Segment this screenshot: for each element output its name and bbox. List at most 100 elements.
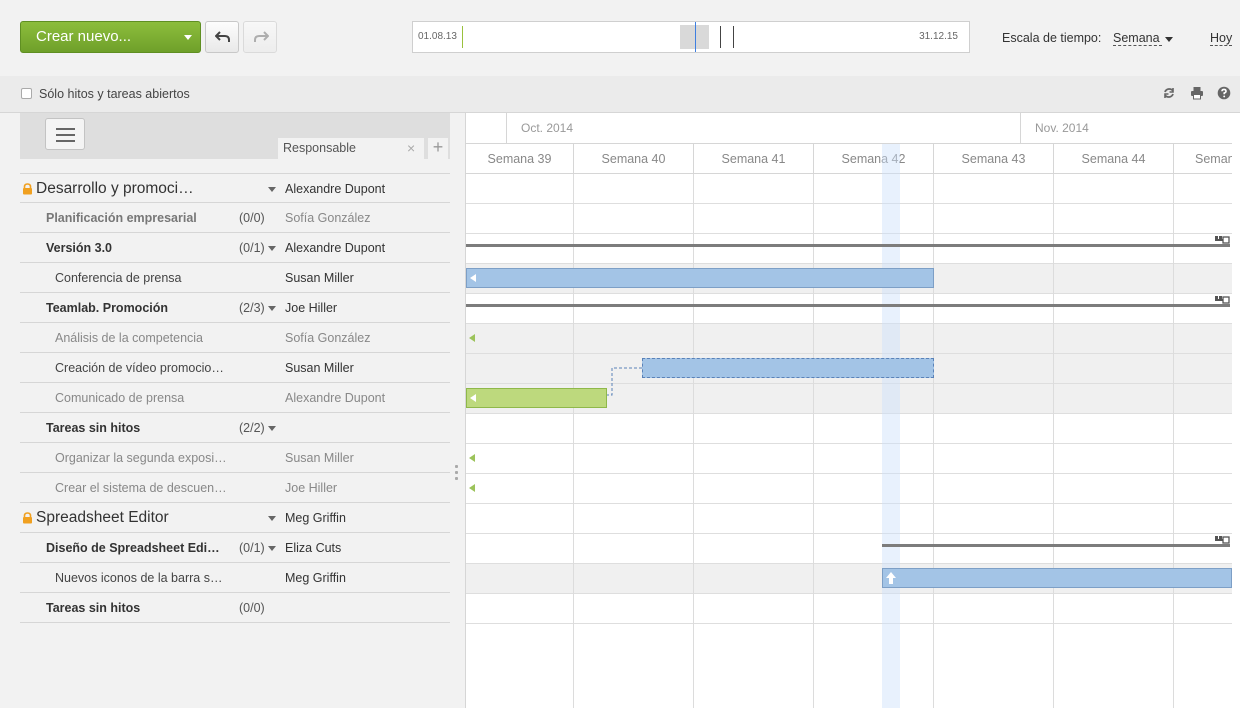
chevron-down-icon[interactable] — [268, 516, 276, 521]
timeline-start-marker — [462, 26, 463, 48]
open-only-checkbox[interactable] — [21, 88, 32, 99]
week-gridline — [933, 174, 934, 708]
chevron-down-icon[interactable] — [268, 246, 276, 251]
responsible-column-header[interactable]: Responsable — [278, 138, 424, 159]
week-cell: Semana 44 — [1053, 144, 1173, 174]
row-responsible[interactable]: Joe Hiller — [285, 481, 337, 495]
row-title[interactable]: Conferencia de prensa — [55, 271, 181, 285]
task-bar-press-release[interactable] — [466, 388, 607, 408]
milestone-end-icon — [1215, 296, 1230, 304]
row-responsible[interactable]: Sofía González — [285, 211, 370, 225]
refresh-icon[interactable] — [1162, 86, 1176, 100]
create-new-button[interactable]: Crear nuevo... — [20, 21, 201, 53]
close-icon[interactable]: × — [407, 141, 415, 155]
milestone-row[interactable]: Versión 3.0 (0/1) Alexandre Dupont — [20, 233, 450, 263]
row-responsible[interactable]: Sofía González — [285, 331, 370, 345]
milestone-row[interactable]: Planificación empresarial (0/0) Sofía Gonz… — [20, 203, 450, 233]
timeline-slider[interactable]: 01.08.13 31.12.15 — [412, 21, 970, 53]
row-title[interactable]: Comunicado de prensa — [55, 391, 184, 405]
row-title[interactable]: Tareas sin hitos — [46, 421, 140, 435]
row-title[interactable]: Creación de vídeo promocio… — [55, 361, 224, 375]
undo-button[interactable] — [205, 21, 239, 53]
row-responsible[interactable]: Meg Griffin — [285, 511, 346, 525]
row-responsible[interactable]: Eliza Cuts — [285, 541, 341, 555]
row-responsible[interactable]: Joe Hiller — [285, 301, 337, 315]
week-cell: Semana 41 — [693, 144, 813, 174]
row-title[interactable]: Organizar la segunda exposi… — [55, 451, 227, 465]
task-row[interactable]: Nuevos iconos de la barra s… Meg Griffin — [20, 563, 450, 593]
arrow-left-icon[interactable] — [469, 334, 475, 342]
row-title[interactable]: Spreadsheet Editor — [36, 509, 169, 527]
task-row[interactable]: Organizar la segunda exposi… Susan Miller — [20, 443, 450, 473]
time-scale-select[interactable]: Semana — [1113, 31, 1162, 46]
chevron-down-icon[interactable] — [268, 187, 276, 192]
milestone-row[interactable]: Tareas sin hitos (2/2) — [20, 413, 450, 443]
month-header: Oct. 2014 Nov. 2014 — [466, 113, 1232, 144]
task-bar-new-icons[interactable] — [882, 568, 1232, 588]
project-row[interactable]: Desarrollo y promoci… Alexandre Dupont — [20, 173, 450, 203]
gantt-row — [466, 174, 1232, 204]
month-cell: Oct. 2014 — [506, 113, 1020, 144]
chevron-down-icon[interactable] — [268, 306, 276, 311]
row-title[interactable]: Análisis de la competencia — [55, 331, 203, 345]
arrow-left-icon[interactable] — [469, 454, 475, 462]
row-title[interactable]: Nuevos iconos de la barra s… — [55, 571, 222, 585]
row-responsible[interactable]: Alexandre Dupont — [285, 241, 385, 255]
task-row[interactable]: Conferencia de prensa Susan Miller — [20, 263, 450, 293]
chevron-down-icon — [184, 35, 192, 40]
row-responsible[interactable]: Susan Miller — [285, 271, 354, 285]
row-responsible[interactable]: Susan Miller — [285, 451, 354, 465]
row-title[interactable]: Desarrollo y promoci… — [36, 180, 194, 198]
menu-button[interactable] — [45, 118, 85, 150]
task-row[interactable]: Creación de vídeo promocio… Susan Miller — [20, 353, 450, 383]
row-responsible[interactable]: Alexandre Dupont — [285, 182, 385, 196]
gantt-app: Crear nuevo... 01.08.13 31.12.15 Escala … — [0, 0, 1240, 708]
redo-button[interactable] — [243, 21, 277, 53]
task-row[interactable]: Análisis de la competencia Sofía González — [20, 323, 450, 353]
row-title[interactable]: Diseño de Spreadsheet Edi… — [46, 541, 220, 555]
row-responsible[interactable]: Susan Miller — [285, 361, 354, 375]
chevron-down-icon[interactable] — [1165, 37, 1173, 42]
row-task-count: (0/1) — [239, 541, 265, 555]
today-highlight — [882, 144, 900, 708]
timeline-marker — [733, 26, 734, 48]
filter-bar: Sólo hitos y tareas abiertos — [0, 76, 1240, 113]
milestone-bar-teamlab[interactable] — [466, 304, 1230, 307]
today-link[interactable]: Hoy — [1210, 31, 1233, 46]
open-only-label[interactable]: Sólo hitos y tareas abiertos — [39, 87, 190, 101]
task-bar-press-conference[interactable] — [466, 268, 934, 288]
arrow-left-icon[interactable] — [469, 484, 475, 492]
milestone-bar-version-3[interactable] — [466, 244, 1230, 247]
create-new-label: Crear nuevo... — [36, 28, 132, 45]
panel-resize-handle[interactable] — [455, 465, 458, 483]
milestone-row[interactable]: Tareas sin hitos (0/0) — [20, 593, 450, 623]
gantt-grid — [466, 174, 1232, 708]
task-row[interactable]: Comunicado de prensa Alexandre Dupont — [20, 383, 450, 413]
row-title[interactable]: Crear el sistema de descuen… — [55, 481, 227, 495]
milestone-bar-spreadsheet[interactable] — [882, 544, 1230, 547]
row-title[interactable]: Teamlab. Promoción — [46, 301, 168, 315]
help-icon[interactable] — [1217, 86, 1231, 100]
milestone-row[interactable]: Diseño de Spreadsheet Edi… (0/1) Eliza Cut… — [20, 533, 450, 563]
row-responsible[interactable]: Meg Griffin — [285, 571, 346, 585]
print-icon[interactable] — [1190, 86, 1204, 100]
milestone-row[interactable]: Teamlab. Promoción (2/3) Joe Hiller — [20, 293, 450, 323]
lock-icon — [23, 183, 32, 195]
row-title[interactable]: Planificación empresarial — [46, 211, 197, 225]
undo-icon — [215, 31, 230, 42]
redo-icon — [254, 31, 269, 42]
add-column-button[interactable]: + — [428, 138, 448, 159]
row-task-count: (2/3) — [239, 301, 265, 315]
chevron-down-icon[interactable] — [268, 426, 276, 431]
task-bar-promo-video[interactable] — [642, 358, 934, 378]
project-row[interactable]: Spreadsheet Editor Meg Griffin — [20, 503, 450, 533]
milestone-end-icon — [1215, 236, 1230, 244]
gantt-row — [466, 414, 1232, 444]
row-title[interactable]: Versión 3.0 — [46, 241, 112, 255]
row-responsible[interactable]: Alexandre Dupont — [285, 391, 385, 405]
row-title[interactable]: Tareas sin hitos — [46, 601, 140, 615]
task-row[interactable]: Crear el sistema de descuen… Joe Hiller — [20, 473, 450, 503]
chevron-down-icon[interactable] — [268, 546, 276, 551]
gantt-row — [466, 504, 1232, 534]
task-list: Desarrollo y promoci… Alexandre Dupont Pla… — [20, 173, 450, 623]
